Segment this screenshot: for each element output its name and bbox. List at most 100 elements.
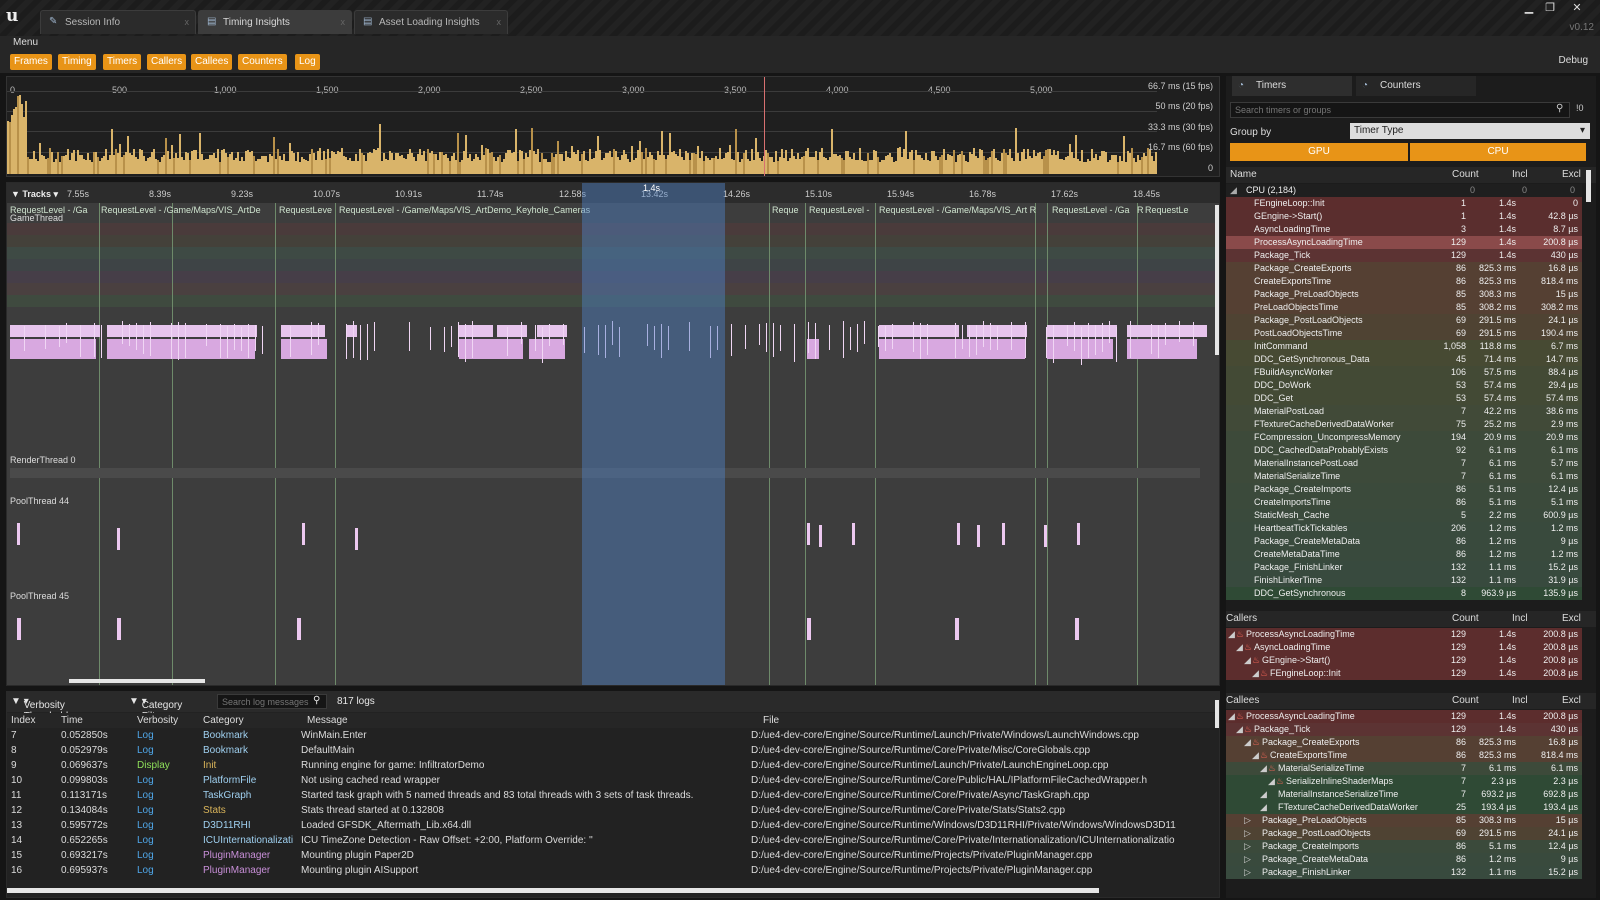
- gamethread-tick[interactable]: [1067, 325, 1068, 346]
- gamethread-tick[interactable]: [430, 327, 431, 350]
- timer-row[interactable]: CreateImportsTime 86 5.1 ms 5.1 ms: [1226, 496, 1582, 509]
- poolthread-44-event[interactable]: [807, 523, 810, 545]
- poolthread-44-event[interactable]: [117, 528, 120, 550]
- callees-button[interactable]: Callees: [191, 54, 233, 70]
- callee-row[interactable]: ▷ Package_PostLoadObjects 69 291.5 ms 24.1 µ…: [1226, 827, 1582, 840]
- gamethread-tick[interactable]: [171, 323, 172, 359]
- log-row[interactable]: 14 0.652265s Log ICUInternationalizati ICU T…: [7, 834, 1219, 849]
- callee-row[interactable]: ◢ ♨ Package_Tick 129 1.4s 430 µs: [1226, 723, 1582, 736]
- gamethread-tick[interactable]: [220, 324, 221, 358]
- poolthread-44-event[interactable]: [957, 523, 960, 545]
- gamethread-tick[interactable]: [549, 324, 550, 346]
- timer-row[interactable]: DDC_CachedDataProbablyExists 92 6.1 ms 6.1 …: [1226, 444, 1582, 457]
- gpu-toggle[interactable]: GPU: [1230, 143, 1408, 161]
- timer-row[interactable]: DDC_GetSynchronous 8 963.9 µs 135.9 µs: [1226, 587, 1582, 600]
- gamethread-tick[interactable]: [913, 322, 914, 352]
- gamethread-tick[interactable]: [773, 323, 774, 357]
- verbosity-threshold-button[interactable]: ▼ Verbosity Threshold ▾: [11, 696, 68, 722]
- gamethread-tick[interactable]: [101, 325, 102, 358]
- timer-group-cpu[interactable]: ◢ CPU (2,184) 0 0 0: [1226, 184, 1582, 197]
- gamethread-tick[interactable]: [507, 327, 508, 356]
- gamethread-tick[interactable]: [1151, 324, 1152, 354]
- timer-row[interactable]: PostLoadObjectsTime 69 291.5 ms 190.4 ms: [1226, 327, 1582, 340]
- callee-row[interactable]: ◢ ♨ ProcessAsyncLoadingTime 129 1.4s 200.8 µs: [1226, 710, 1582, 723]
- timer-row[interactable]: Package_PreLoadObjects 85 308.3 ms 15 µs: [1226, 288, 1582, 301]
- caller-row[interactable]: ◢ ♨ GEngine->Start() 129 1.4s 200.8 µs: [1226, 654, 1582, 667]
- timer-row[interactable]: PreLoadObjectsTime 85 308.2 ms 308.2 ms: [1226, 301, 1582, 314]
- gamethread-event[interactable]: [459, 339, 523, 359]
- poolthread-44-event[interactable]: [355, 528, 358, 550]
- gamethread-tick[interactable]: [465, 324, 466, 362]
- gamethread-tick[interactable]: [1095, 325, 1096, 355]
- gamethread-event[interactable]: [1047, 339, 1113, 359]
- gamethread-tick[interactable]: [24, 326, 25, 351]
- gamethread-tick[interactable]: [346, 324, 347, 359]
- gamethread-tick[interactable]: [1011, 322, 1012, 350]
- timer-row[interactable]: MaterialInstancePostLoad 7 6.1 ms 5.7 ms: [1226, 457, 1582, 470]
- poolthread-44-event[interactable]: [1044, 525, 1047, 547]
- gamethread-tick[interactable]: [178, 322, 179, 360]
- gamethread-event[interactable]: [281, 339, 327, 359]
- tab-session-info[interactable]: ✎ Session Info x: [40, 10, 196, 34]
- time-selection[interactable]: [582, 183, 725, 685]
- gamethread-tick[interactable]: [521, 322, 522, 344]
- timers-scrollbar[interactable]: [1586, 170, 1591, 202]
- poolthread-45-event[interactable]: [1075, 618, 1079, 640]
- tree-expand-icon[interactable]: ▷: [1244, 828, 1251, 839]
- tree-expand-icon[interactable]: ▷: [1244, 867, 1251, 878]
- callee-row[interactable]: ▷ Package_CreateImports 86 5.1 ms 12.4 µs: [1226, 840, 1582, 853]
- timer-row[interactable]: CreateMetaDataTime 86 1.2 ms 1.2 ms: [1226, 548, 1582, 561]
- timer-row[interactable]: Package_Tick 129 1.4s 430 µs: [1226, 249, 1582, 262]
- timer-row[interactable]: MaterialPostLoad 7 42.2 ms 38.6 ms: [1226, 405, 1582, 418]
- frames-button[interactable]: Frames: [10, 54, 52, 70]
- gamethread-tick[interactable]: [857, 324, 858, 352]
- tree-expand-icon[interactable]: ◢: [1260, 802, 1267, 813]
- timing-button[interactable]: Timing: [58, 54, 96, 70]
- gamethread-tick[interactable]: [311, 322, 312, 355]
- timer-row[interactable]: FinishLinkerTime 132 1.1 ms 31.9 µs: [1226, 574, 1582, 587]
- gamethread-event[interactable]: [497, 325, 527, 337]
- gamethread-tick[interactable]: [808, 322, 809, 353]
- gamethread-event[interactable]: [879, 325, 959, 337]
- timer-row[interactable]: DDC_Get 53 57.4 ms 57.4 ms: [1226, 392, 1582, 405]
- tree-expand-icon[interactable]: ◢: [1244, 737, 1251, 748]
- timers-search-input[interactable]: [1230, 102, 1570, 118]
- gamethread-tick[interactable]: [150, 322, 151, 356]
- log-row[interactable]: 13 0.595772s Log D3D11RHI Loaded GFSDK_After…: [7, 819, 1219, 834]
- log-row[interactable]: 10 0.099803s Log PlatformFile Not using cach…: [7, 774, 1219, 789]
- gamethread-event[interactable]: [347, 325, 357, 337]
- callees-col-excl[interactable]: Excl: [1562, 695, 1581, 706]
- callee-row[interactable]: ▷ Package_PreLoadObjects 85 308.3 ms 15 µs: [1226, 814, 1582, 827]
- gamethread-tick[interactable]: [80, 325, 81, 357]
- timer-row[interactable]: DDC_GetSynchronous_Data 45 71.4 ms 14.7 ms: [1226, 353, 1582, 366]
- callees-col-count[interactable]: Count: [1452, 695, 1479, 706]
- gamethread-tick[interactable]: [318, 323, 319, 345]
- caller-row[interactable]: ◢ ♨ ProcessAsyncLoadingTime 129 1.4s 200.8 µs: [1226, 628, 1582, 641]
- vertical-scrollbar[interactable]: [1215, 205, 1219, 355]
- timer-row[interactable]: HeartbeatTickTickables 206 1.2 ms 1.2 ms: [1226, 522, 1582, 535]
- gamethread-tick[interactable]: [262, 326, 263, 354]
- timer-row[interactable]: FCompression_UncompressMemory 194 20.9 ms 2…: [1226, 431, 1582, 444]
- close-button[interactable]: ✕: [1568, 3, 1586, 15]
- log-row[interactable]: 12 0.134084s Log Stats Stats thread started …: [7, 804, 1219, 819]
- callee-row[interactable]: ◢ FTextureCacheDerivedDataWorker 25 193.4 µ…: [1226, 801, 1582, 814]
- col-excl[interactable]: Excl: [1562, 169, 1581, 180]
- gamethread-tick[interactable]: [1130, 321, 1131, 358]
- callee-row[interactable]: ▷ Package_CreateMetaData 86 1.2 ms 9 µs: [1226, 853, 1582, 866]
- gamethread-tick[interactable]: [360, 325, 361, 360]
- gamethread-event[interactable]: [10, 339, 96, 359]
- timer-row[interactable]: InitCommand 1,058 118.8 ms 6.7 ms: [1226, 340, 1582, 353]
- gamethread-tick[interactable]: [374, 322, 375, 351]
- col-count[interactable]: Count: [1452, 169, 1479, 180]
- gamethread-tick[interactable]: [1165, 323, 1166, 345]
- callee-row[interactable]: ◢ MaterialInstanceSerializeTime 7 693.2 µs 6…: [1226, 788, 1582, 801]
- gamethread-tick[interactable]: [843, 321, 844, 358]
- tree-expand-icon[interactable]: ◢: [1252, 668, 1259, 679]
- gamethread-tick[interactable]: [983, 321, 984, 347]
- gamethread-tick[interactable]: [290, 326, 291, 357]
- gamethread-tick[interactable]: [864, 321, 865, 344]
- callee-row[interactable]: ◢ ♨ Package_CreateExports 86 825.3 ms 16.8 µs: [1226, 736, 1582, 749]
- gamethread-tick[interactable]: [45, 325, 46, 349]
- poolthread-44-event[interactable]: [852, 523, 855, 545]
- timer-row[interactable]: FTextureCacheDerivedDataWorker 75 25.2 ms 2…: [1226, 418, 1582, 431]
